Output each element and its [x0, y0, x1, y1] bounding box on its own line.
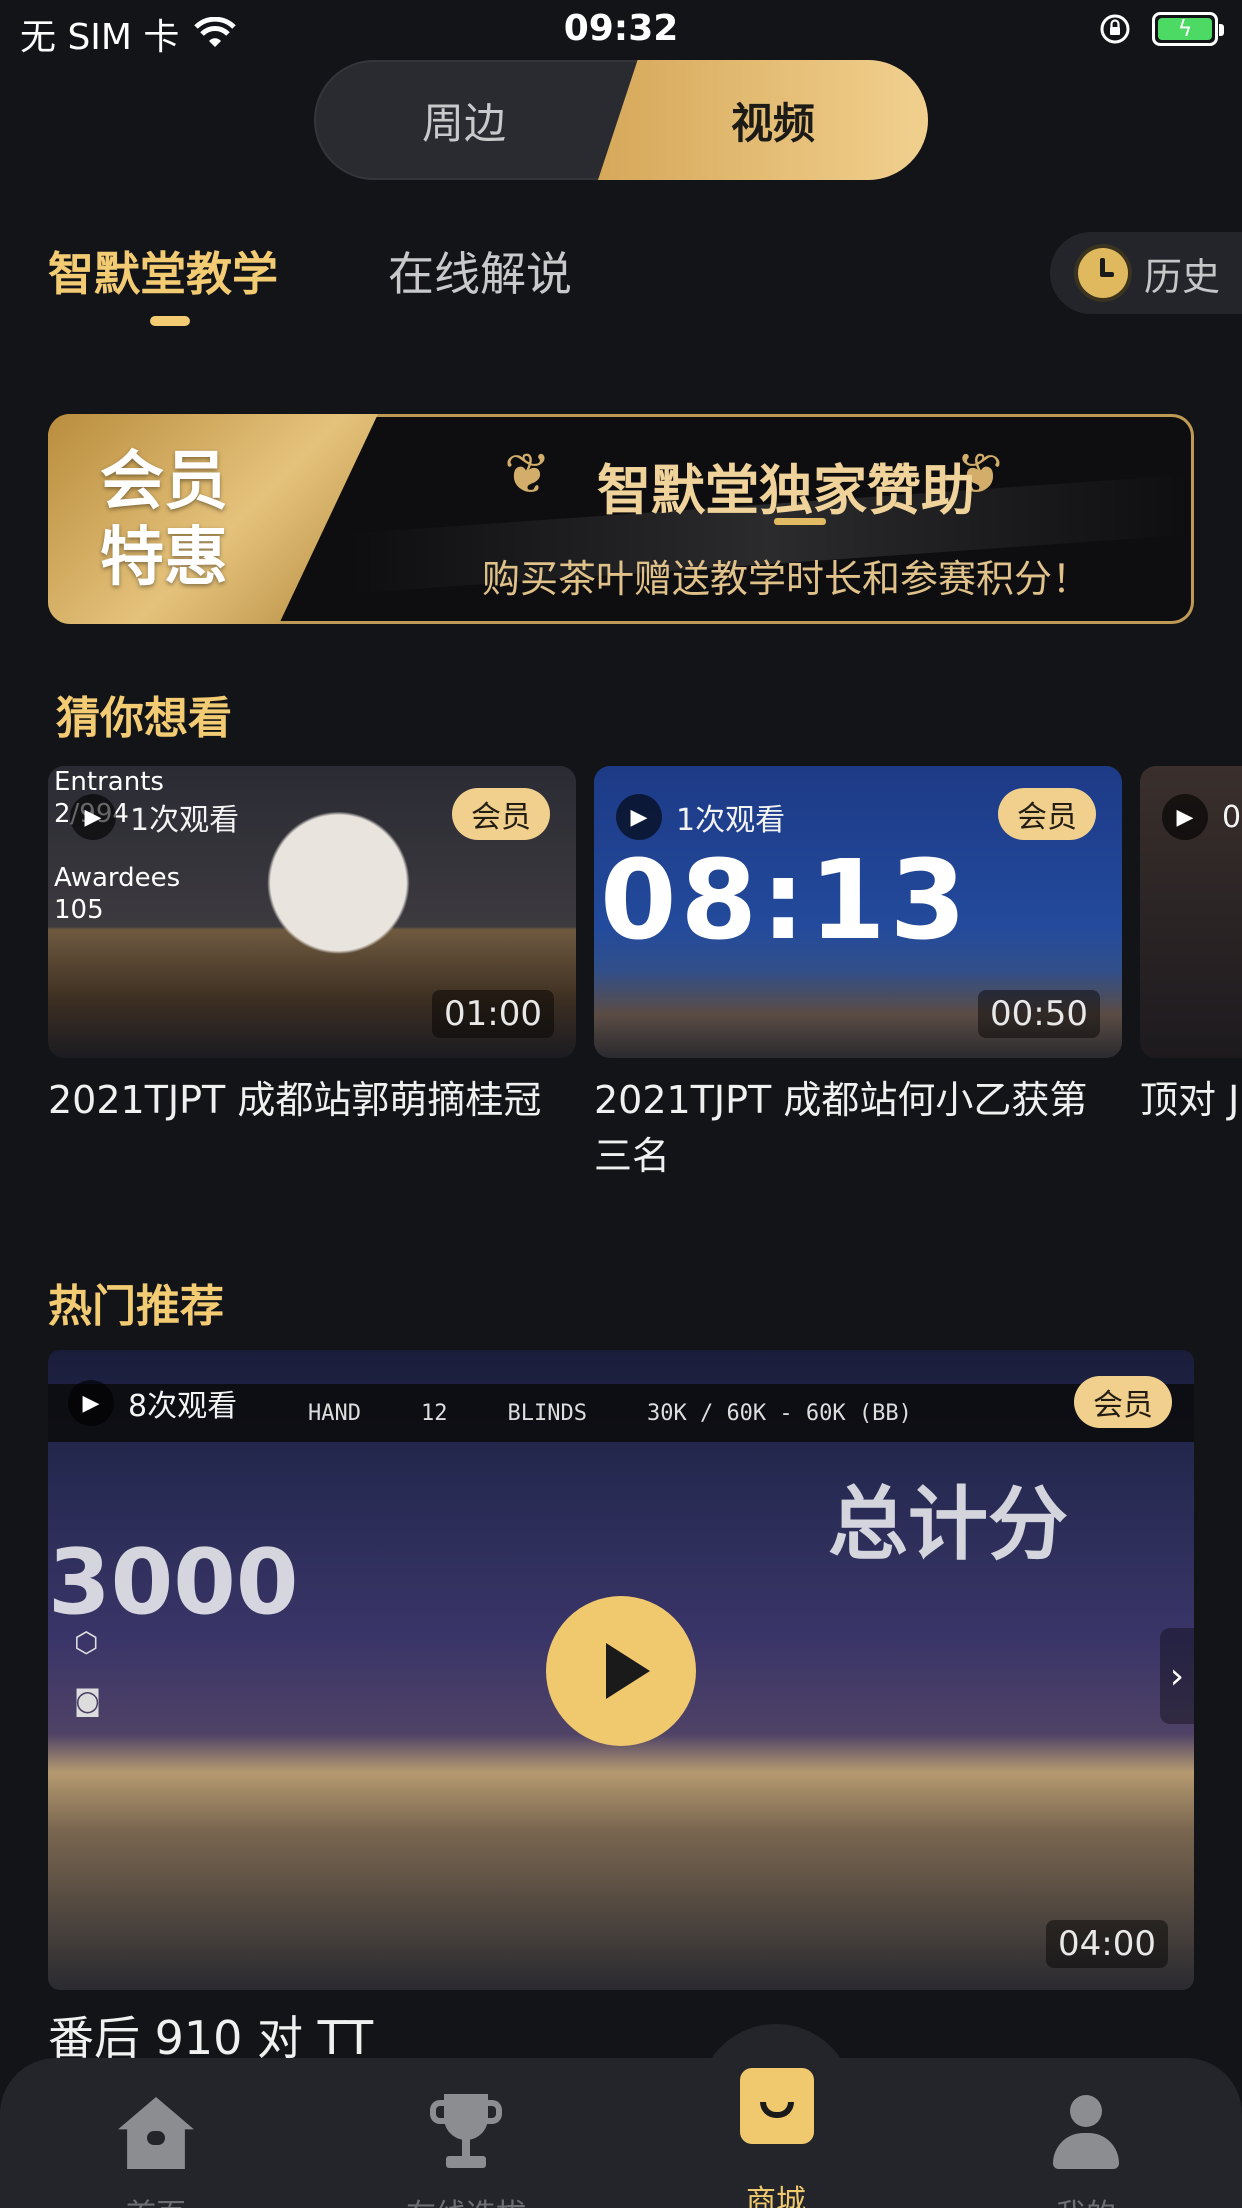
nav-mine[interactable]: 我的	[986, 2090, 1186, 2208]
clock-icon	[1078, 248, 1128, 298]
camera-icon[interactable]: ◙	[74, 1684, 101, 1717]
section-title-guess: 猜你想看	[56, 693, 232, 744]
user-icon	[1051, 2095, 1121, 2171]
tab-indicator	[150, 316, 190, 326]
trophy-icon	[430, 2094, 502, 2172]
view-count: ▶ 1次观看	[70, 794, 239, 840]
vip-badge: 会员	[998, 788, 1096, 840]
banner-title: 智默堂独家赞助	[597, 459, 975, 522]
history-button[interactable]: 历史	[1050, 232, 1242, 314]
nav-home[interactable]: 首页	[56, 2090, 256, 2208]
video-card[interactable]: 08:13 ▶ 1次观看 会员 00:50	[594, 766, 1122, 1058]
vip-badge: 会员	[452, 788, 550, 840]
orientation-lock-icon	[1100, 14, 1130, 44]
play-icon: ▶	[68, 1380, 114, 1426]
vip-badge: 会员	[1074, 1376, 1172, 1428]
nav-shop[interactable]: 商城	[676, 2176, 876, 2208]
segment-video[interactable]: 视频	[598, 60, 928, 180]
banner-badge: 会员 特惠	[100, 445, 228, 595]
video-overlay-total: 总计分	[828, 1478, 1068, 1571]
tab-commentary[interactable]: 在线解说	[388, 238, 572, 304]
thumb-overlay: Entrants2/994Awardees105	[54, 767, 181, 925]
video-duration: 01:00	[432, 990, 554, 1038]
video-card-title[interactable]: 顶对 J	[1140, 1072, 1239, 1128]
status-right: ϟ	[1098, 12, 1224, 46]
segment-merch[interactable]: 周边	[314, 60, 614, 180]
banner-divider	[774, 518, 826, 525]
tab-teaching[interactable]: 智默堂教学	[48, 238, 278, 304]
video-duration: 00:50	[978, 990, 1100, 1038]
settings-icon[interactable]: ⬡	[74, 1626, 98, 1659]
view-count: ▶ 8次观看	[68, 1380, 237, 1426]
play-button[interactable]	[546, 1596, 696, 1746]
video-card-title[interactable]: 2021TJPT 成都站何小乙获第 三名	[594, 1072, 1087, 1184]
chevron-right-icon[interactable]: ›	[1160, 1628, 1194, 1724]
battery-icon: ϟ	[1152, 12, 1224, 46]
nav-selection[interactable]: 在线选拔	[366, 2090, 566, 2208]
home-icon	[118, 2097, 194, 2169]
featured-video[interactable]: HAND 12 BLINDS 30K / 60K - 60K (BB) 3000…	[48, 1350, 1194, 1990]
section-title-hot: 热门推荐	[48, 1281, 224, 1332]
play-icon: ▶	[1162, 794, 1208, 840]
video-card[interactable]: ▶ 0	[1140, 766, 1242, 1058]
view-count: ▶ 1次观看	[616, 794, 785, 840]
play-icon: ▶	[616, 794, 662, 840]
video-card-title[interactable]: 2021TJPT 成都站郭萌摘桂冠	[48, 1072, 541, 1128]
promo-banner[interactable]: 会员 特惠 ❦ ❦ 智默堂独家赞助 购买茶叶赠送教学时长和参赛积分！	[48, 414, 1194, 624]
video-card[interactable]: Entrants2/994Awardees105 ▶ 1次观看 会员 01:00	[48, 766, 576, 1058]
history-label: 历史	[1144, 254, 1221, 299]
status-bar: 无 SIM 卡 09:32 ϟ	[0, 0, 1242, 62]
shopping-bag-icon[interactable]	[740, 2068, 814, 2144]
video-overlay-number: 3000	[48, 1530, 299, 1635]
status-time: 09:32	[563, 8, 679, 49]
top-segment: 周边 视频	[314, 60, 928, 180]
play-icon: ▶	[70, 794, 116, 840]
banner-subtitle: 购买茶叶赠送教学时长和参赛积分！	[481, 557, 1090, 601]
thumb-clock-text: 08:13	[600, 836, 971, 964]
view-count: ▶ 0	[1162, 794, 1241, 840]
video-duration: 04:00	[1046, 1920, 1168, 1968]
